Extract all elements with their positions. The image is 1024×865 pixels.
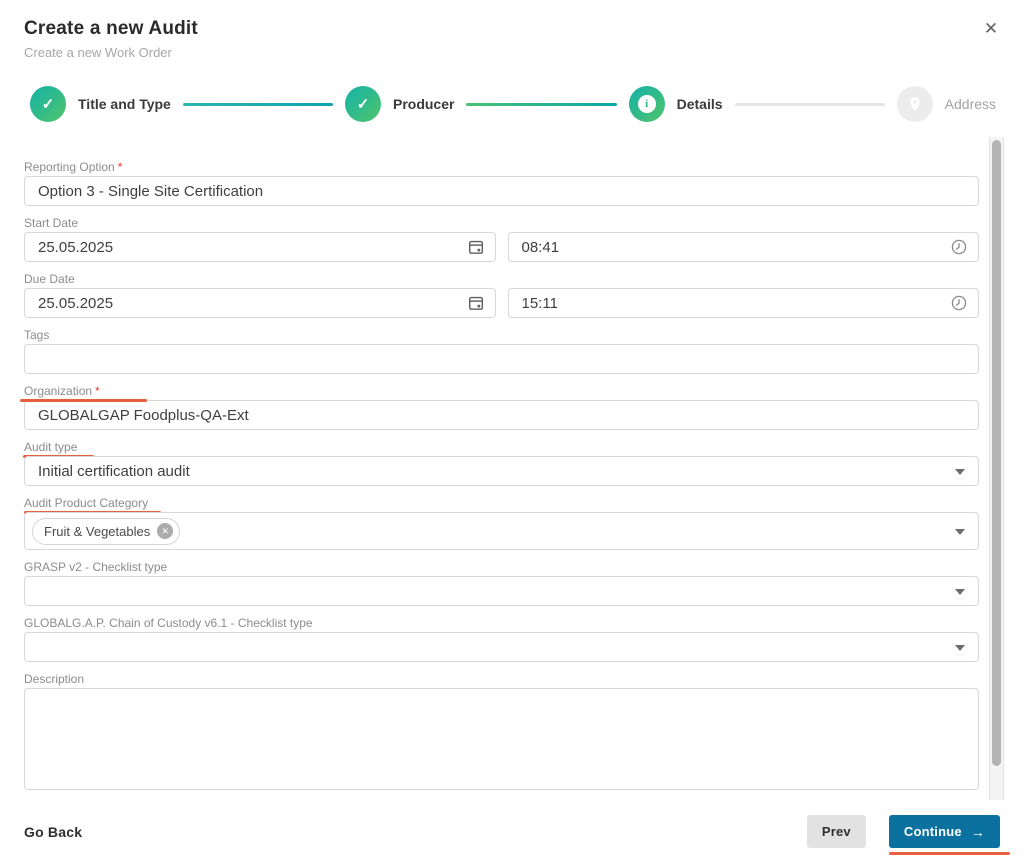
field-start-date: Start Date xyxy=(24,216,979,262)
arrow-right-icon: → xyxy=(970,823,985,840)
field-label: Organization * xyxy=(24,384,100,398)
selected-value: Initial certification audit xyxy=(38,462,190,480)
field-label: Tags xyxy=(24,328,50,342)
clock-icon[interactable] xyxy=(950,294,968,312)
field-audit-type: Audit type Initial certification audit xyxy=(23,440,979,486)
step-complete-circle: ✓ xyxy=(30,86,66,122)
field-label: GRASP v2 - Checklist type xyxy=(24,560,168,574)
start-time-input[interactable] xyxy=(507,232,979,262)
continue-button[interactable]: Continue → xyxy=(888,815,1000,848)
page-title: Create a new Audit xyxy=(24,18,198,39)
chip-remove-icon[interactable]: ✕ xyxy=(157,523,174,539)
check-icon: ✓ xyxy=(356,96,370,113)
due-date-input[interactable] xyxy=(24,288,496,318)
category-chip[interactable]: Fruit & Vegetables ✕ xyxy=(32,517,181,545)
field-grasp-checklist: GRASP v2 - Checklist type xyxy=(24,560,979,606)
field-reporting-option: Reporting Option * xyxy=(24,160,979,206)
field-label: Description xyxy=(24,672,85,686)
location-pin-icon xyxy=(907,96,923,112)
field-due-date: Due Date xyxy=(24,272,979,318)
field-label: Due Date xyxy=(24,272,75,286)
stepper-connector xyxy=(182,102,333,106)
annotation-underline xyxy=(888,852,1010,855)
due-time-input[interactable] xyxy=(507,288,979,318)
grasp-checklist-select[interactable] xyxy=(24,576,979,606)
details-form: Reporting Option* Start Date xyxy=(20,160,979,795)
description-textarea[interactable] xyxy=(24,688,979,790)
info-icon: i xyxy=(637,95,656,113)
coc-checklist-select[interactable] xyxy=(24,632,979,662)
chevron-down-icon xyxy=(955,589,965,595)
chevron-down-icon xyxy=(955,529,965,535)
create-audit-dialog: Create a new Audit Create a new Work Ord… xyxy=(0,0,1024,865)
close-icon[interactable]: ✕ xyxy=(978,16,1004,42)
dialog-subtitle: Create a new Work Order xyxy=(24,45,172,60)
check-icon: ✓ xyxy=(41,96,55,113)
step-details[interactable]: i Details xyxy=(628,86,723,122)
organization-input[interactable] xyxy=(24,400,979,430)
chevron-down-icon xyxy=(955,469,965,475)
continue-label: Continue xyxy=(903,824,962,839)
required-asterisk: * xyxy=(117,160,123,174)
field-label: Start Date xyxy=(24,216,79,230)
step-producer[interactable]: ✓ Producer xyxy=(344,86,455,122)
step-pending-circle xyxy=(896,86,933,122)
required-asterisk: * xyxy=(95,384,100,398)
field-label: Audit Product Category xyxy=(24,496,149,510)
field-organization: Organization * xyxy=(20,384,979,430)
step-label: Address xyxy=(944,96,997,112)
step-label: Producer xyxy=(392,96,455,112)
step-label: Title and Type xyxy=(78,96,171,112)
audit-type-select[interactable]: Initial certification audit xyxy=(24,456,979,486)
step-active-circle: i xyxy=(628,86,665,122)
field-label: GLOBALG.A.P. Chain of Custody v6.1 - Che… xyxy=(24,616,313,630)
tags-input[interactable] xyxy=(24,344,979,374)
field-label: Reporting Option * xyxy=(24,160,123,174)
go-back-button[interactable]: Go Back xyxy=(24,824,82,840)
field-description: Description xyxy=(24,672,979,795)
field-coc-checklist: GLOBALG.A.P. Chain of Custody v6.1 - Che… xyxy=(24,616,979,662)
field-audit-product-category: Audit Product Category Fruit & Vegetable… xyxy=(24,496,979,550)
chip-label: Fruit & Vegetables xyxy=(44,523,151,539)
audit-product-category-select[interactable]: Fruit & Vegetables ✕ xyxy=(24,512,979,550)
scrollbar-track[interactable] xyxy=(989,137,1004,800)
calendar-icon[interactable] xyxy=(467,294,485,312)
annotation-underline xyxy=(20,399,147,402)
chevron-down-icon xyxy=(955,645,965,651)
clock-icon[interactable] xyxy=(950,238,968,256)
stepper-connector xyxy=(734,102,885,106)
stepper: ✓ Title and Type ✓ Producer i Details Ad… xyxy=(30,86,996,122)
field-label: Audit type xyxy=(24,440,78,454)
step-address[interactable]: Address xyxy=(896,86,997,122)
step-label: Details xyxy=(676,96,723,112)
start-date-input[interactable] xyxy=(24,232,496,262)
stepper-connector xyxy=(466,102,617,106)
prev-button[interactable]: Prev xyxy=(806,815,866,848)
step-title-and-type[interactable]: ✓ Title and Type xyxy=(30,86,171,122)
step-complete-circle: ✓ xyxy=(344,86,381,122)
dialog-footer: Go Back Prev Continue → xyxy=(24,815,1010,855)
scrollbar-thumb[interactable] xyxy=(992,140,1001,766)
reporting-option-input[interactable] xyxy=(24,176,979,206)
calendar-icon[interactable] xyxy=(467,238,485,256)
field-tags: Tags xyxy=(24,328,979,374)
dialog-header: Create a new Audit Create a new Work Ord… xyxy=(0,0,1024,60)
